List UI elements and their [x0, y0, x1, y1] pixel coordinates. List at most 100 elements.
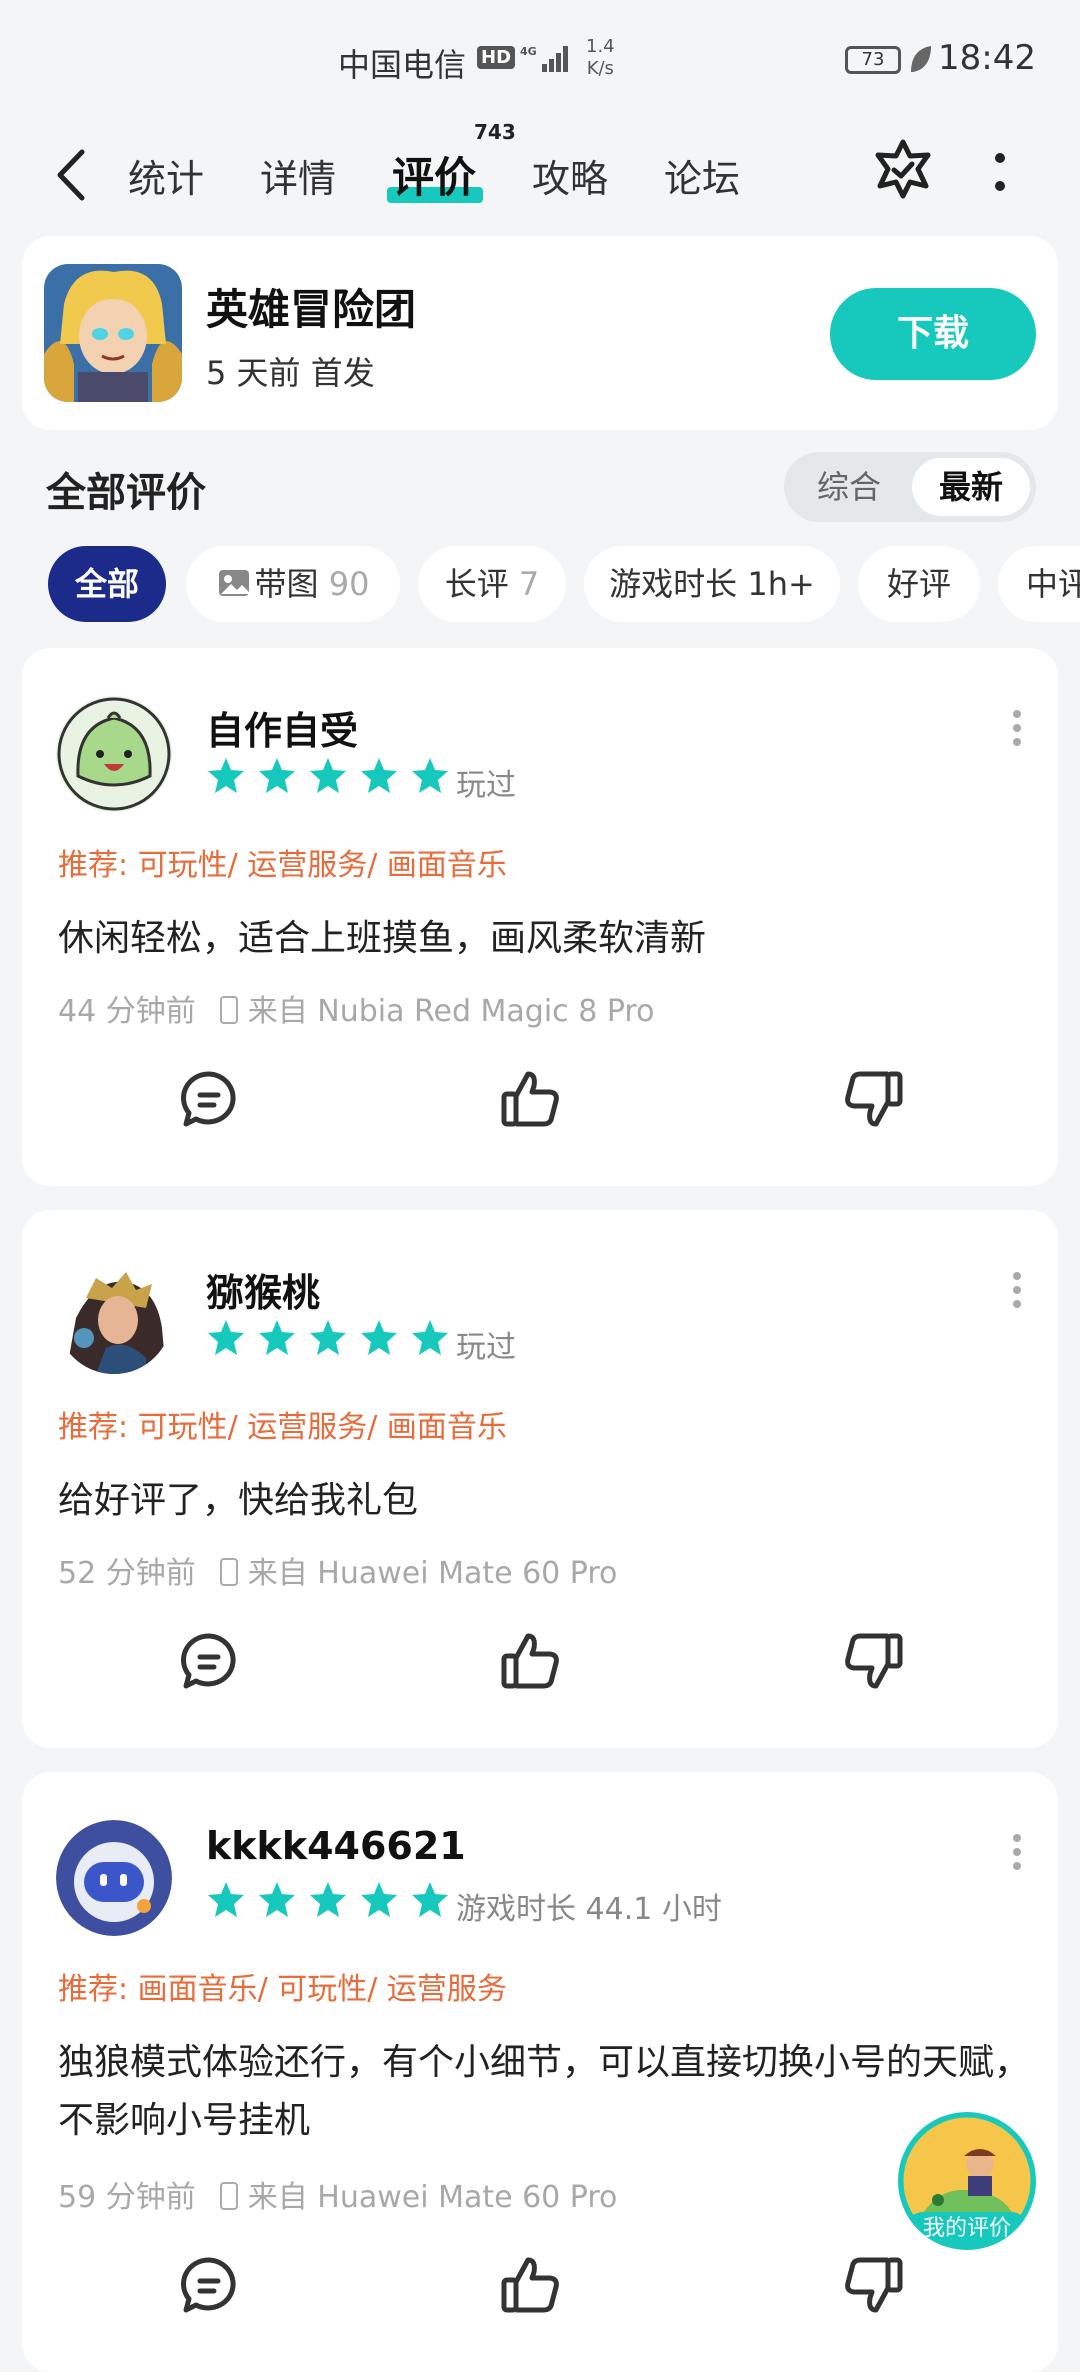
comment-icon[interactable] [178, 2254, 240, 2316]
battery-level: 73 [861, 49, 885, 70]
avatar-image [56, 1820, 172, 1936]
comment-icon[interactable] [178, 1630, 240, 1692]
thumbs-up-icon[interactable] [500, 1068, 562, 1130]
thumbs-up-icon[interactable] [500, 1630, 562, 1692]
signal-icon: 4G [520, 45, 568, 72]
network-speed: 1.4 K/s [586, 36, 615, 80]
filter-chip-count: 90 [328, 565, 370, 603]
more-vertical-icon[interactable] [990, 150, 1010, 194]
star-icon [412, 758, 449, 793]
filter-chip-label: 长评 [444, 565, 509, 603]
review-card: 猕猴桃 玩过 推荐: 可玩性/ 运营服务/ 画面音乐 给好评了，快给我礼包 52… [22, 1210, 1058, 1748]
more-vertical-icon[interactable] [1010, 1270, 1024, 1310]
filter-chip-label: 中评 [1026, 565, 1080, 603]
star-icon [208, 1320, 244, 1355]
filter-chip-label: 游戏时长 1h+ [609, 565, 815, 603]
reviews-section-title: 全部评价 [46, 470, 206, 516]
filter-chip-playtime[interactable]: 游戏时长 1h+ [584, 546, 840, 622]
avatar[interactable] [56, 1820, 172, 1936]
rating-stars [206, 1318, 456, 1358]
tab-forum[interactable]: 论坛 [664, 148, 740, 203]
reviews-count-badge: 743 [474, 120, 516, 144]
review-time: 44 分钟前 [58, 994, 196, 1029]
avatar[interactable] [56, 696, 172, 812]
phone-icon [219, 1557, 238, 1586]
svg-text:4G: 4G [520, 45, 537, 58]
thumbs-down-icon[interactable] [842, 1630, 904, 1692]
reviewer-name[interactable]: kkkk446621 [206, 1824, 466, 1868]
thumbs-down-icon[interactable] [842, 2254, 904, 2316]
review-text[interactable]: 独狼模式体验还行，有个小细节，可以直接切换小号的天赋，不影响小号挂机 [58, 2034, 1038, 2150]
tab-guides[interactable]: 攻略 [532, 148, 608, 203]
thumbs-down-icon[interactable] [842, 1068, 904, 1130]
tab-stats[interactable]: 统计 [128, 148, 204, 203]
status-bar: 中国电信 HD 4G 1.4 K/s 73 18:42 [0, 0, 1080, 120]
recommend-tags: 推荐: 画面音乐/ 可玩性/ 运营服务 [58, 1972, 507, 2007]
review-meta: 44 分钟前 来自 Nubia Red Magic 8 Pro [58, 986, 654, 1030]
review-meta: 52 分钟前 来自 Huawei Mate 60 Pro [58, 1548, 617, 1592]
filter-chip-long-review[interactable]: 长评 7 [418, 546, 566, 622]
phone-icon [219, 995, 238, 1024]
top-nav: 统计 详情 评价 743 攻略 论坛 [0, 120, 1080, 228]
review-device: 来自 Huawei Mate 60 Pro [247, 2180, 618, 2215]
avatar-image [56, 696, 172, 812]
reviewer-name[interactable]: 猕猴桃 [206, 1262, 320, 1317]
more-vertical-icon[interactable] [1010, 1832, 1024, 1872]
review-card: 自作自受 玩过 推荐: 可玩性/ 运营服务/ 画面音乐 休闲轻松，适合上班摸鱼，… [22, 648, 1058, 1186]
review-meta: 59 分钟前 来自 Huawei Mate 60 Pro [58, 2172, 617, 2216]
more-vertical-icon[interactable] [1010, 708, 1024, 748]
star-icon [361, 1320, 398, 1355]
review-device: 来自 Huawei Mate 60 Pro [247, 1556, 618, 1591]
game-character-image [44, 264, 182, 402]
star-icon [259, 758, 296, 793]
game-card[interactable]: 英雄冒险团 5 天前 首发 下载 [22, 236, 1058, 430]
review-time: 52 分钟前 [58, 1556, 196, 1591]
filter-chip-neutral[interactable]: 中评 [998, 546, 1080, 622]
filter-chip-positive[interactable]: 好评 [858, 546, 980, 622]
filter-chips: 全部 带图 90 长评 7 游戏时长 1h+ 好评 中评 [0, 546, 1080, 622]
played-status: 玩过 [456, 768, 516, 803]
star-icon [412, 1320, 449, 1355]
star-icon [412, 1882, 449, 1917]
sort-option-latest[interactable]: 最新 [912, 458, 1030, 516]
phone-icon [219, 2181, 238, 2210]
clock: 18:42 [938, 38, 1036, 78]
my-review-button[interactable]: 我的评价 [898, 2112, 1036, 2250]
filter-chip-with-image[interactable]: 带图 90 [186, 546, 400, 622]
star-icon [259, 1882, 296, 1917]
rating-stars [206, 1880, 456, 1920]
thumbs-up-icon[interactable] [500, 2254, 562, 2316]
tab-reviews[interactable]: 评价 [392, 144, 476, 205]
star-icon [310, 1320, 347, 1355]
download-button[interactable]: 下载 [830, 288, 1036, 380]
review-device: 来自 Nubia Red Magic 8 Pro [247, 994, 655, 1029]
tab-details[interactable]: 详情 [260, 148, 336, 203]
filter-chip-label: 带图 [254, 565, 319, 603]
star-icon [361, 758, 398, 793]
game-title: 英雄冒险团 [206, 285, 417, 334]
battery-icon: 73 [845, 46, 901, 74]
sort-option-overall[interactable]: 综合 [790, 458, 908, 516]
star-icon [310, 1882, 347, 1917]
filter-chip-label: 好评 [886, 565, 951, 603]
hd-badge: HD [477, 46, 516, 69]
reviewer-name[interactable]: 自作自受 [206, 700, 358, 755]
filter-chip-all[interactable]: 全部 [48, 546, 166, 622]
avatar-image [56, 1258, 172, 1374]
back-arrow-icon[interactable] [52, 146, 92, 204]
sort-toggle: 综合 最新 [784, 452, 1036, 522]
review-text[interactable]: 给好评了，快给我礼包 [58, 1472, 1038, 1530]
avatar[interactable] [56, 1258, 172, 1374]
comment-icon[interactable] [178, 1068, 240, 1130]
favorite-star-icon[interactable] [872, 138, 934, 202]
recommend-tags: 推荐: 可玩性/ 运营服务/ 画面音乐 [58, 1410, 507, 1445]
played-status: 玩过 [456, 1330, 516, 1365]
carrier-label: 中国电信 [338, 46, 467, 84]
leaf-icon [911, 46, 931, 72]
star-icon [208, 1882, 244, 1917]
review-text[interactable]: 休闲轻松，适合上班摸鱼，画风柔软清新 [58, 910, 1038, 968]
network-speed-unit: K/s [586, 58, 614, 79]
recommend-tags: 推荐: 可玩性/ 运营服务/ 画面音乐 [58, 848, 507, 883]
my-review-label: 我的评价 [906, 2212, 1028, 2246]
star-icon [310, 758, 347, 793]
